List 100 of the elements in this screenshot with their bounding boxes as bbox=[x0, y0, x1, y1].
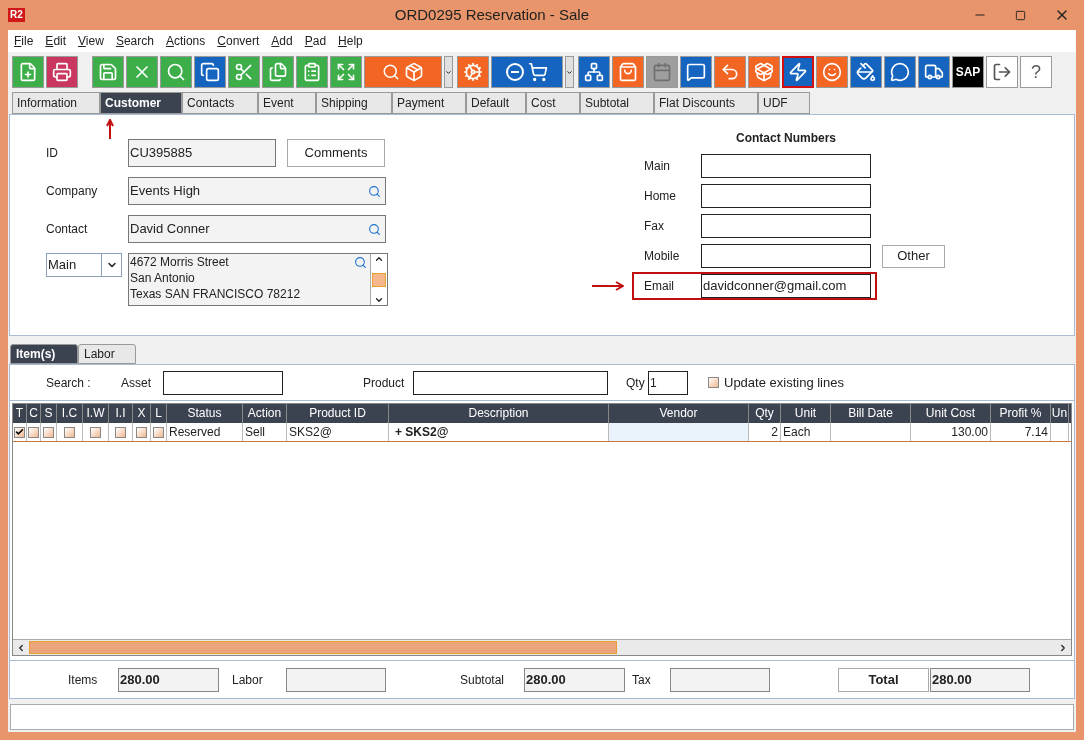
smiley-icon bbox=[822, 62, 842, 82]
menu-item[interactable]: File bbox=[14, 32, 34, 50]
table-cell: 7.14 bbox=[991, 423, 1051, 441]
toolbar-button[interactable]: ? bbox=[1020, 56, 1052, 88]
exit-icon bbox=[992, 62, 1012, 82]
toolbar-button[interactable] bbox=[884, 56, 916, 88]
tab[interactable]: Labor bbox=[78, 344, 136, 364]
text-field[interactable] bbox=[701, 214, 871, 238]
product-field[interactable] bbox=[413, 370, 608, 395]
text-field[interactable] bbox=[701, 184, 871, 208]
text-field[interactable] bbox=[701, 244, 871, 268]
tab[interactable]: Payment bbox=[392, 92, 466, 114]
toolbar-button[interactable] bbox=[491, 56, 563, 88]
toolbar-button[interactable] bbox=[578, 56, 610, 88]
cart-icon bbox=[528, 62, 548, 82]
toolbar-button[interactable]: SAP bbox=[952, 56, 984, 88]
scroll-left-icon[interactable] bbox=[16, 642, 26, 653]
toolbar-button[interactable] bbox=[782, 56, 814, 88]
menu-item[interactable]: Search bbox=[115, 32, 154, 50]
tab[interactable]: Contacts bbox=[182, 92, 258, 114]
column-header[interactable]: Unit bbox=[781, 404, 831, 423]
checkbox[interactable] bbox=[115, 426, 126, 438]
column-header[interactable]: Unit Cost bbox=[911, 404, 991, 423]
column-header[interactable]: T bbox=[13, 404, 27, 423]
toolbar-button[interactable] bbox=[918, 56, 950, 88]
toolbar-button[interactable] bbox=[612, 56, 644, 88]
toolbar-button[interactable] bbox=[714, 56, 746, 88]
checkbox[interactable] bbox=[136, 426, 147, 438]
toolbar-button[interactable] bbox=[816, 56, 848, 88]
column-header[interactable]: Qty bbox=[749, 404, 781, 423]
toolbar-button[interactable] bbox=[364, 56, 442, 88]
checkbox[interactable] bbox=[153, 426, 164, 438]
tab[interactable]: Item(s) bbox=[10, 344, 78, 364]
toolbar-button[interactable] bbox=[680, 56, 712, 88]
scissors-icon bbox=[234, 62, 254, 82]
column-header[interactable]: Un bbox=[1051, 404, 1069, 423]
grand-total-field: 280.00 bbox=[930, 667, 1030, 692]
column-header[interactable]: Description bbox=[389, 404, 609, 423]
asset-field[interactable] bbox=[163, 370, 283, 395]
column-header[interactable]: I.W bbox=[83, 404, 109, 423]
tab[interactable]: Cost bbox=[526, 92, 580, 114]
text-field[interactable]: CU395885 bbox=[128, 139, 276, 167]
checkbox[interactable] bbox=[43, 426, 54, 438]
text-field[interactable]: David Conner bbox=[128, 215, 386, 243]
menu-item[interactable]: View bbox=[78, 32, 104, 50]
column-header[interactable]: L bbox=[151, 404, 167, 423]
toolbar-button[interactable] bbox=[986, 56, 1018, 88]
address-type-dropdown[interactable]: Main bbox=[46, 253, 122, 277]
toolbar-button[interactable] bbox=[457, 56, 489, 88]
column-header[interactable]: Action bbox=[243, 404, 287, 423]
menu-item[interactable]: Add bbox=[271, 32, 293, 50]
table-cell: Reserved bbox=[167, 423, 243, 441]
table-cell: SKS2@ bbox=[287, 423, 389, 441]
toolbar-button[interactable] bbox=[850, 56, 882, 88]
maximize-icon[interactable] bbox=[1015, 9, 1026, 21]
total-button[interactable]: Total bbox=[838, 667, 929, 692]
toolbar-button[interactable] bbox=[748, 56, 780, 88]
tab[interactable]: Customer bbox=[100, 92, 182, 114]
tab[interactable]: Event bbox=[258, 92, 316, 114]
comments-button[interactable]: Comments bbox=[287, 139, 385, 167]
menu-item[interactable]: Actions bbox=[165, 32, 206, 50]
tab[interactable]: Shipping bbox=[316, 92, 392, 114]
column-header[interactable]: Bill Date bbox=[831, 404, 911, 423]
text-field[interactable] bbox=[701, 154, 871, 178]
column-header[interactable]: Product ID bbox=[287, 404, 389, 423]
column-header[interactable]: C bbox=[27, 404, 41, 423]
search-icon[interactable] bbox=[368, 222, 381, 236]
text-field[interactable]: Events High bbox=[128, 177, 386, 205]
qty-field[interactable]: 1 bbox=[648, 370, 688, 395]
search-icon[interactable] bbox=[368, 184, 381, 198]
column-header[interactable]: I.C bbox=[57, 404, 83, 423]
tab[interactable]: Information bbox=[12, 92, 100, 114]
menu-item[interactable]: Convert bbox=[217, 32, 260, 50]
checkbox[interactable] bbox=[28, 426, 39, 438]
menu-item[interactable]: Pad bbox=[304, 32, 327, 50]
dropdown-button[interactable] bbox=[444, 56, 453, 88]
column-header[interactable]: S bbox=[41, 404, 57, 423]
tab[interactable]: UDF bbox=[758, 92, 810, 114]
checkbox[interactable] bbox=[64, 426, 75, 438]
checkbox[interactable] bbox=[14, 426, 25, 438]
menu-item[interactable]: Edit bbox=[45, 32, 67, 50]
horizontal-scrollbar[interactable] bbox=[13, 639, 1071, 655]
toolbar-button[interactable] bbox=[194, 56, 226, 88]
text-field[interactable]: davidconner@gmail.com bbox=[701, 274, 871, 298]
checkbox[interactable] bbox=[90, 426, 101, 438]
column-header[interactable]: Status bbox=[167, 404, 243, 423]
tab[interactable]: Subtotal bbox=[580, 92, 654, 114]
truck-icon bbox=[924, 62, 944, 82]
column-header[interactable]: X bbox=[133, 404, 151, 423]
tab[interactable]: Flat Discounts bbox=[654, 92, 758, 114]
annotation-arrow bbox=[106, 119, 114, 139]
column-header[interactable]: Profit % bbox=[991, 404, 1051, 423]
other-button[interactable]: Other bbox=[882, 244, 945, 268]
toolbar-button[interactable] bbox=[46, 56, 78, 88]
column-header[interactable]: I.I bbox=[109, 404, 133, 423]
subtotal-field: 280.00 bbox=[524, 667, 625, 692]
scroll-right-icon[interactable] bbox=[1058, 642, 1068, 653]
tab[interactable]: Default bbox=[466, 92, 526, 114]
checkbox[interactable] bbox=[708, 377, 719, 388]
menu-item[interactable]: Help bbox=[338, 32, 363, 50]
